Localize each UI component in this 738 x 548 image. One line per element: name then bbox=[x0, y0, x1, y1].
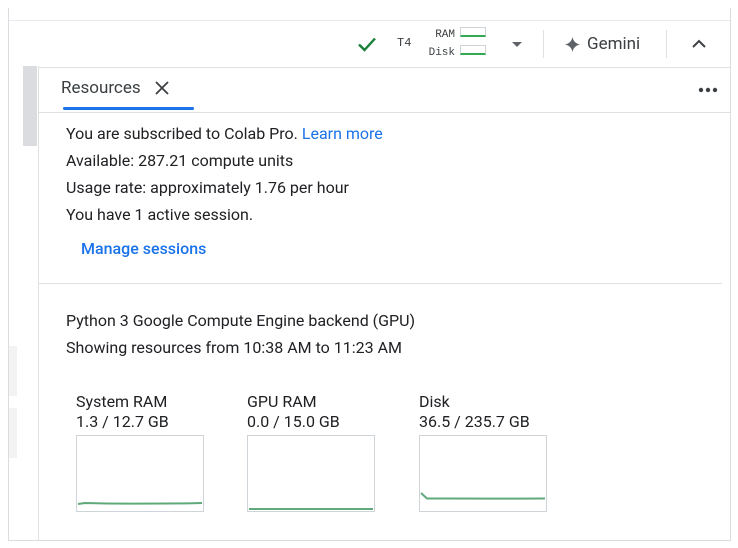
tab-resources[interactable]: Resources bbox=[61, 78, 171, 98]
backend-description: Python 3 Google Compute Engine backend (… bbox=[66, 311, 416, 330]
gauge-value: 36.5 / 235.7 GB bbox=[419, 412, 530, 431]
runtime-dropdown-icon[interactable] bbox=[507, 34, 527, 54]
disk-sparkline bbox=[420, 492, 546, 500]
connected-check-icon bbox=[358, 37, 376, 52]
left-gutter bbox=[9, 66, 39, 540]
toolbar-divider bbox=[666, 30, 667, 58]
gauge-value: 0.0 / 15.0 GB bbox=[247, 412, 340, 431]
resource-meter-labels: RAM Disk bbox=[421, 26, 455, 62]
close-icon[interactable] bbox=[153, 79, 171, 97]
system-ram-gauge: System RAM 1.3 / 12.7 GB bbox=[76, 392, 206, 512]
gauge-title: GPU RAM bbox=[247, 392, 317, 411]
gauge-title: System RAM bbox=[76, 392, 168, 411]
gpu-ram-chart bbox=[247, 435, 375, 512]
ram-label: RAM bbox=[435, 29, 455, 41]
gemini-sparkle-icon bbox=[564, 36, 581, 52]
scrollbar-thumb[interactable] bbox=[23, 66, 37, 146]
learn-more-link[interactable]: Learn more bbox=[302, 124, 383, 143]
disk-gauge: Disk 36.5 / 235.7 GB bbox=[419, 392, 549, 512]
panel-tabs: Resources bbox=[39, 66, 730, 113]
gemini-button[interactable]: Gemini bbox=[564, 32, 640, 56]
usage-rate: Usage rate: approximately 1.76 per hour bbox=[66, 178, 349, 197]
subscription-info: You are subscribed to Colab Pro. Learn m… bbox=[66, 120, 716, 258]
time-range: Showing resources from 10:38 AM to 11:23… bbox=[66, 338, 402, 357]
runtime-toolbar: T4 RAM Disk Gemini bbox=[9, 20, 730, 68]
subscription-line: You are subscribed to Colab Pro. Learn m… bbox=[66, 120, 716, 147]
toolbar-divider bbox=[543, 30, 544, 58]
manage-sessions-link[interactable]: Manage sessions bbox=[81, 239, 206, 258]
backend-info: Python 3 Google Compute Engine backend (… bbox=[66, 307, 716, 361]
accelerator-label: T4 bbox=[397, 36, 412, 50]
chevron-up-icon[interactable] bbox=[687, 32, 711, 56]
gutter-shade bbox=[9, 408, 17, 458]
disk-meter[interactable] bbox=[460, 45, 486, 55]
system-ram-sparkline bbox=[77, 501, 203, 505]
more-options-icon[interactable] bbox=[696, 78, 720, 102]
gauge-title: Disk bbox=[419, 392, 450, 411]
gutter-shade bbox=[9, 346, 17, 396]
section-divider bbox=[39, 283, 722, 284]
resources-panel: T4 RAM Disk Gemini Resources You are sub… bbox=[8, 8, 731, 541]
system-ram-chart bbox=[76, 435, 204, 512]
gauge-value: 1.3 / 12.7 GB bbox=[76, 412, 169, 431]
tab-label: Resources bbox=[61, 78, 141, 98]
gpu-ram-sparkline bbox=[249, 508, 373, 510]
ram-meter[interactable] bbox=[460, 27, 486, 37]
disk-label: Disk bbox=[428, 47, 455, 59]
subscription-text: You are subscribed to Colab Pro. bbox=[66, 124, 298, 143]
gemini-label: Gemini bbox=[587, 34, 641, 54]
available-units: Available: 287.21 compute units bbox=[66, 151, 294, 170]
active-sessions: You have 1 active session. bbox=[66, 205, 254, 224]
active-tab-indicator bbox=[63, 107, 194, 110]
disk-chart bbox=[419, 435, 547, 512]
gpu-ram-gauge: GPU RAM 0.0 / 15.0 GB bbox=[247, 392, 377, 512]
